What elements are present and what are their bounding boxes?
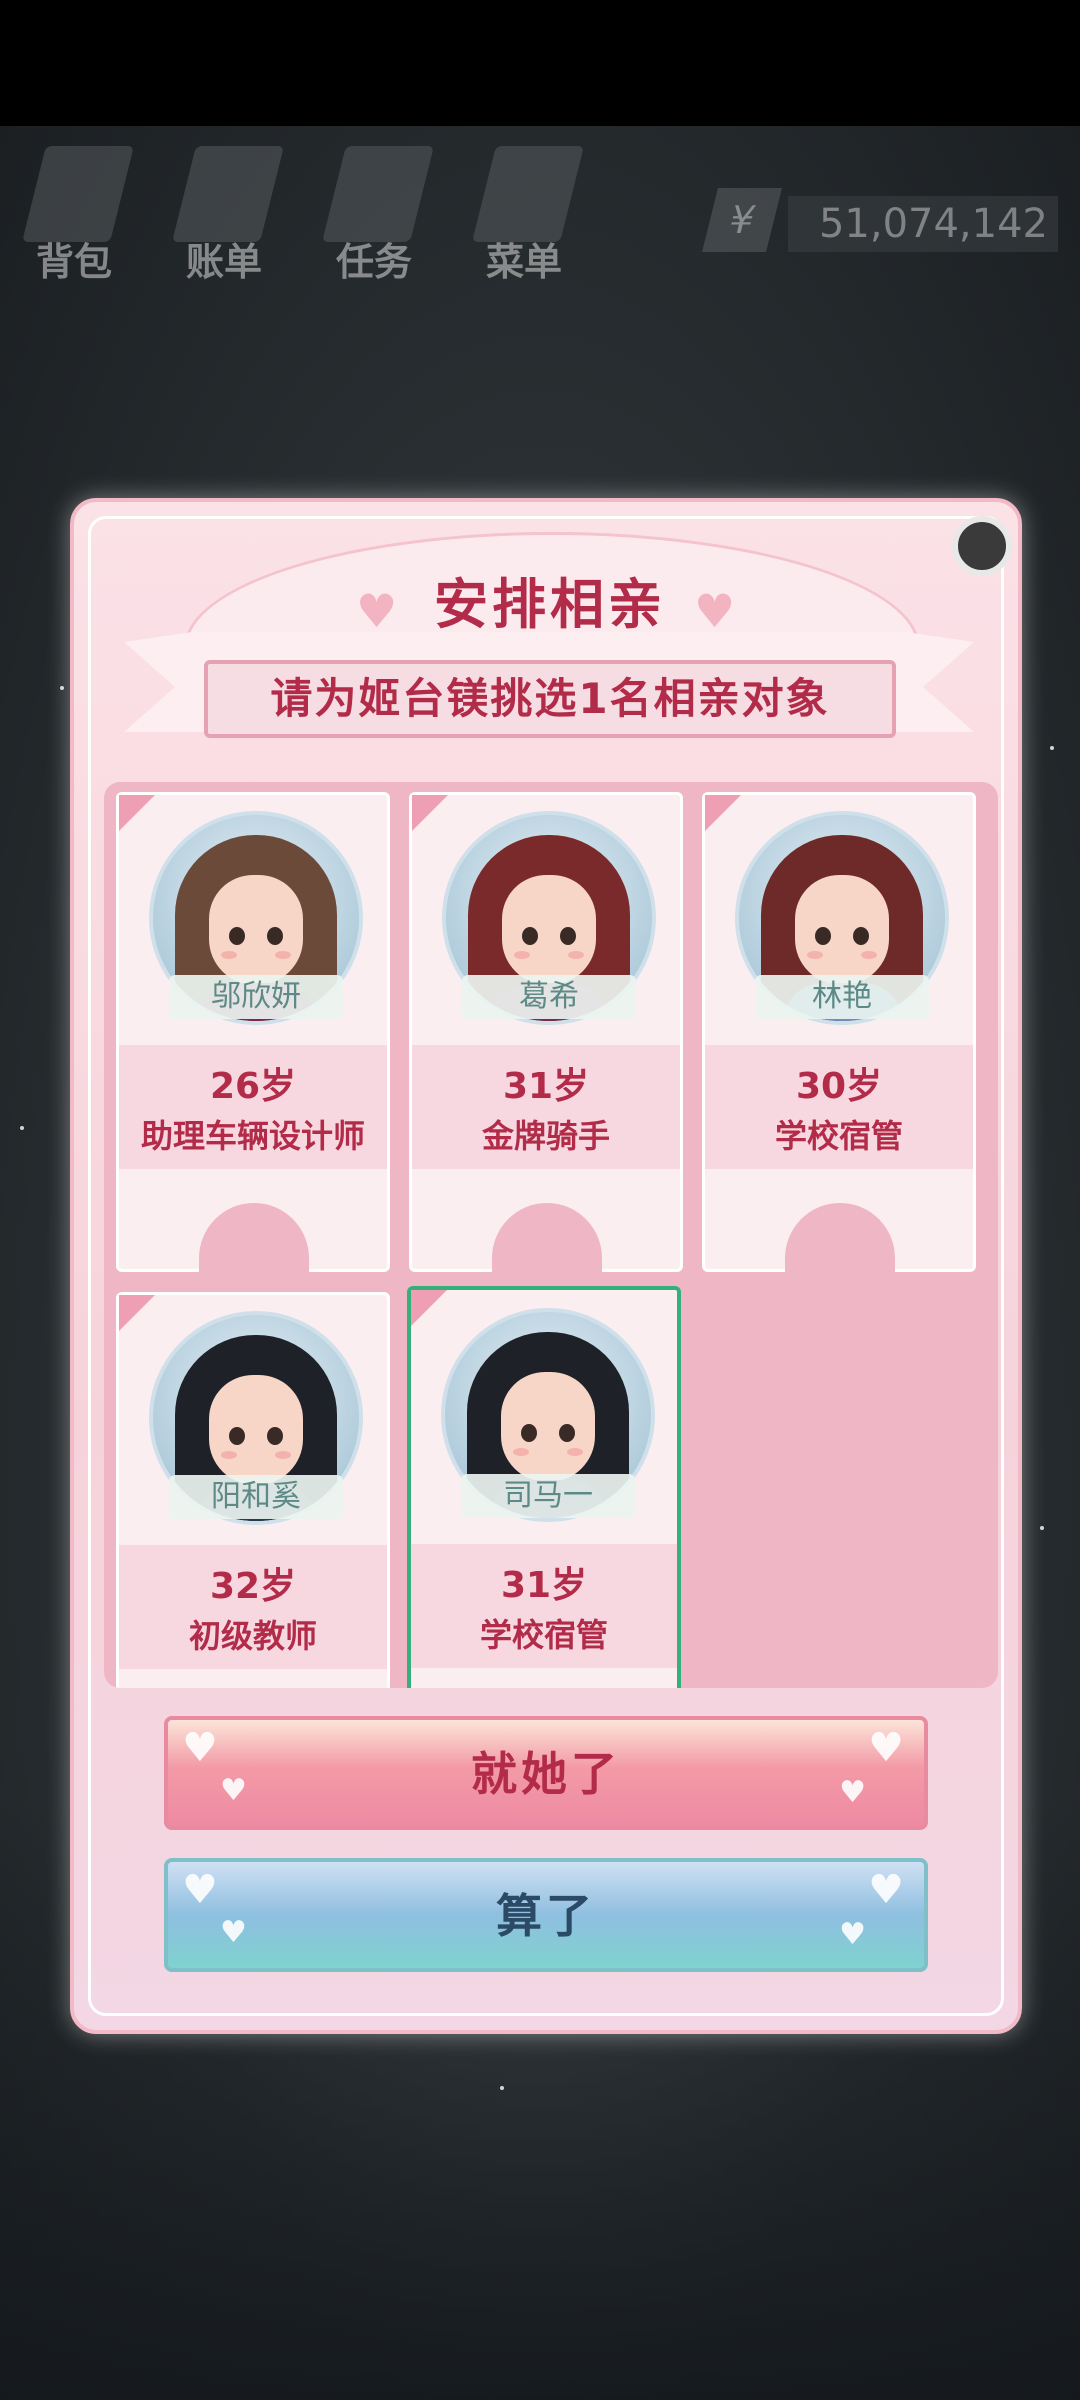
bill-icon bbox=[172, 146, 284, 242]
status-bar bbox=[0, 0, 1080, 126]
star bbox=[1040, 1526, 1044, 1530]
star bbox=[20, 1126, 24, 1130]
menu-icon bbox=[472, 146, 584, 242]
blind-date-dialog: ♥ ♥ 安排相亲 请为姬台镁挑选1名相亲对象 邬欣妍 26岁 助理车辆设计师 葛… bbox=[70, 498, 1022, 2034]
candidate-name: 邬欣妍 bbox=[169, 975, 343, 1019]
card-notch bbox=[199, 1203, 309, 1273]
card-corner bbox=[412, 795, 448, 831]
candidate-job: 金牌骑手 bbox=[481, 1117, 610, 1155]
candidate-job: 初级教师 bbox=[188, 1617, 317, 1655]
candidate-card[interactable]: 林艳 30岁 学校宿管 bbox=[702, 792, 976, 1273]
candidate-card[interactable]: 邬欣妍 26岁 助理车辆设计师 bbox=[116, 792, 390, 1273]
money-value: 51,074,142 bbox=[788, 196, 1058, 252]
heart-icon: ♥ bbox=[839, 1917, 870, 1952]
candidate-age: 32岁 bbox=[209, 1566, 297, 1607]
hud-bag-button[interactable]: 背包 bbox=[14, 136, 134, 286]
avatar-face bbox=[795, 875, 889, 985]
heart-icon: ♥ bbox=[182, 1867, 222, 1913]
card-notch bbox=[492, 1203, 602, 1273]
heart-icon: ♥ bbox=[839, 1775, 870, 1810]
candidate-name: 司马一 bbox=[461, 1474, 635, 1518]
candidate-card[interactable]: 葛希 31岁 金牌骑手 bbox=[409, 792, 683, 1273]
star bbox=[500, 2086, 504, 2090]
candidate-name: 葛希 bbox=[462, 975, 636, 1019]
heart-icon: ♥ bbox=[868, 1867, 908, 1913]
hud-task-label: 任务 bbox=[335, 240, 412, 284]
candidate-age: 31岁 bbox=[502, 1066, 590, 1107]
card-corner bbox=[119, 795, 155, 831]
confirm-label: 就她了 bbox=[471, 1747, 621, 1801]
star bbox=[60, 686, 64, 690]
top-hud: 背包 账单 任务 菜单 ¥ 51,074,142 bbox=[0, 136, 1080, 286]
avatar-face bbox=[209, 875, 303, 985]
hud-task-button[interactable]: 任务 bbox=[314, 136, 434, 286]
heart-icon: ♥ bbox=[868, 1725, 908, 1771]
star bbox=[1050, 746, 1054, 750]
candidate-job: 助理车辆设计师 bbox=[140, 1117, 365, 1155]
candidate-card-selected[interactable]: 司马一 31岁 学校宿管 bbox=[407, 1286, 681, 1688]
candidate-card[interactable]: 阳和奚 32岁 初级教师 bbox=[116, 1292, 390, 1688]
candidate-job: 学校宿管 bbox=[774, 1117, 903, 1155]
heart-icon: ♥ bbox=[182, 1725, 222, 1771]
yen-icon: ¥ bbox=[702, 188, 782, 252]
hud-bill-button[interactable]: 账单 bbox=[164, 136, 284, 286]
dialog-subtitle: 请为姬台镁挑选1名相亲对象 bbox=[204, 660, 896, 738]
candidate-grid: 邬欣妍 26岁 助理车辆设计师 葛希 31岁 金牌骑手 林艳 30岁 学校宿管 … bbox=[104, 782, 998, 1688]
heart-icon: ♥ bbox=[220, 1773, 251, 1808]
cancel-button[interactable]: ♥ ♥ ♥ ♥ 算了 bbox=[164, 1858, 928, 1972]
close-button[interactable] bbox=[952, 516, 1012, 576]
cancel-label: 算了 bbox=[496, 1889, 596, 1943]
candidate-name: 林艳 bbox=[755, 975, 929, 1019]
card-corner bbox=[411, 1290, 447, 1326]
candidate-age: 31岁 bbox=[500, 1565, 588, 1606]
heart-icon: ♥ bbox=[220, 1915, 251, 1950]
hud-menu-label: 菜单 bbox=[485, 240, 562, 284]
hud-menu-button[interactable]: 菜单 bbox=[464, 136, 584, 286]
card-corner bbox=[705, 795, 741, 831]
candidate-name: 阳和奚 bbox=[169, 1475, 343, 1519]
bag-icon bbox=[22, 146, 134, 242]
card-corner bbox=[119, 1295, 155, 1331]
candidate-job: 学校宿管 bbox=[479, 1616, 608, 1654]
money-display: ¥ 51,074,142 bbox=[702, 188, 1060, 256]
candidate-age: 26岁 bbox=[209, 1066, 297, 1107]
candidate-age: 30岁 bbox=[795, 1066, 883, 1107]
hud-bag-label: 背包 bbox=[35, 240, 112, 284]
avatar-face bbox=[502, 875, 596, 985]
task-icon bbox=[322, 146, 434, 242]
avatar-face bbox=[209, 1375, 303, 1485]
hud-bill-label: 账单 bbox=[185, 240, 262, 284]
card-notch bbox=[785, 1203, 895, 1273]
confirm-button[interactable]: ♥ ♥ ♥ ♥ 就她了 bbox=[164, 1716, 928, 1830]
avatar-face bbox=[501, 1372, 595, 1482]
dialog-title: 安排相亲 bbox=[434, 573, 666, 636]
